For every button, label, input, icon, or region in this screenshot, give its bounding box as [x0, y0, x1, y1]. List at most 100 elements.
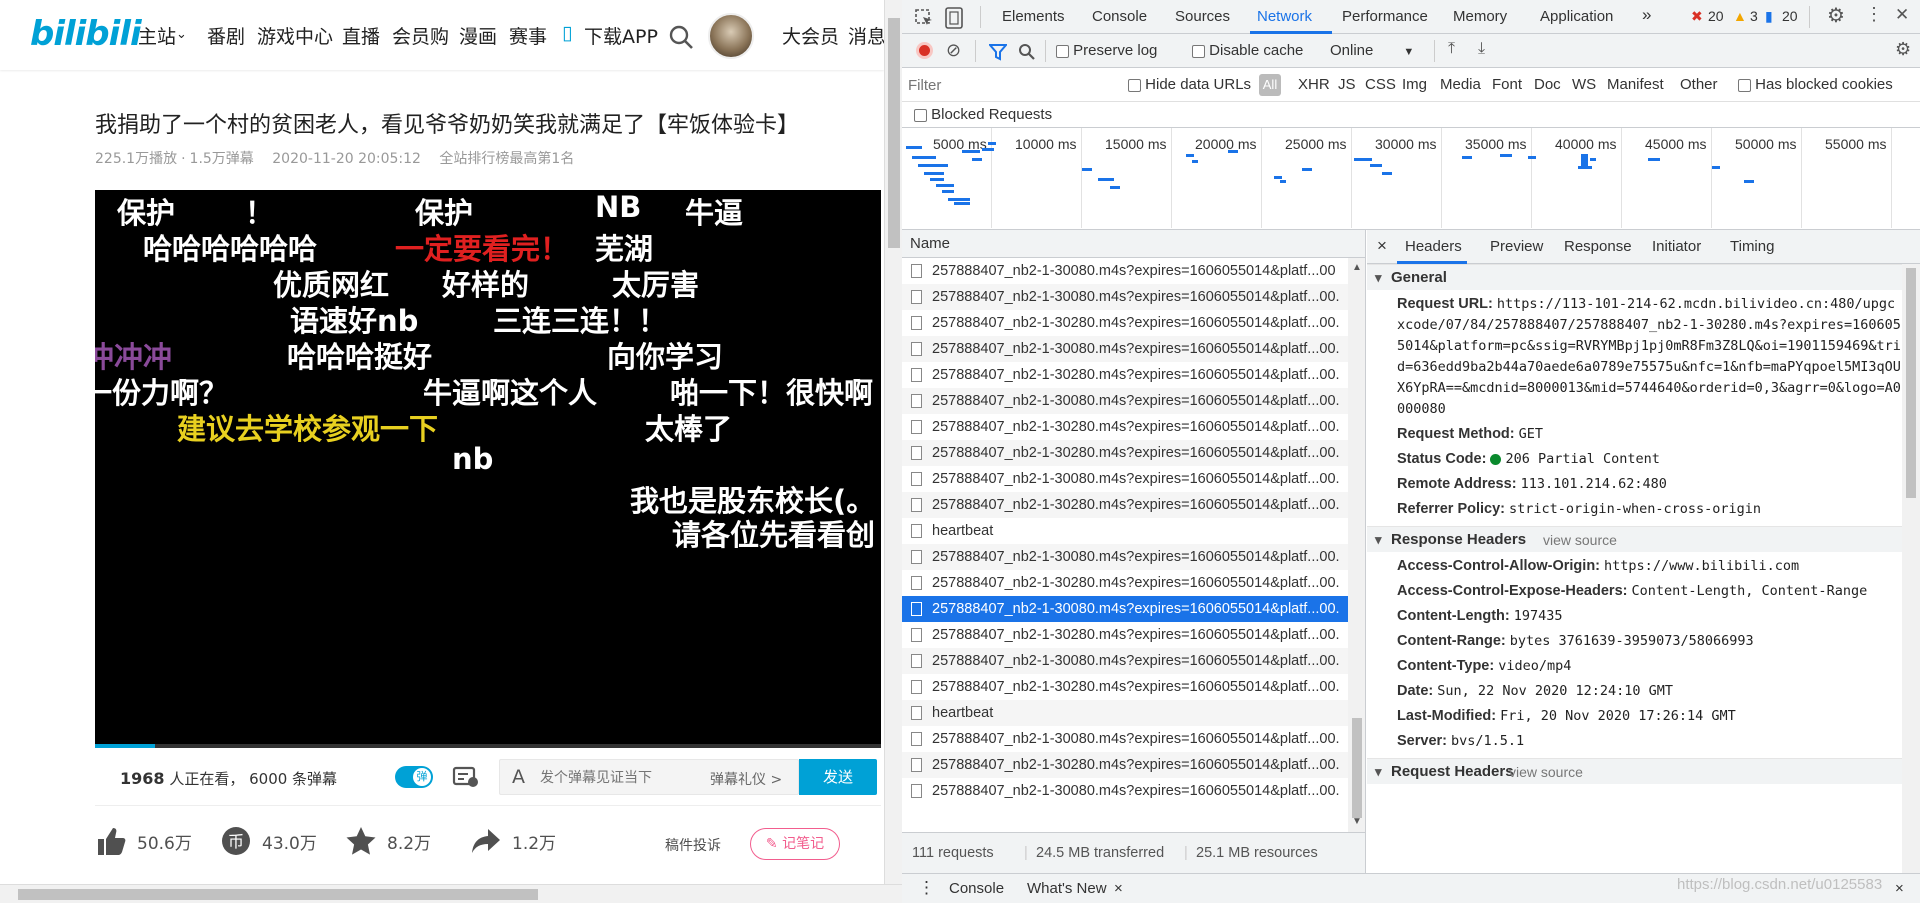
tab-sources[interactable]: Sources: [1175, 8, 1230, 25]
video-player[interactable]: 保护 ！ 保护 NB 牛逼 哈哈哈哈哈哈 一定要看完！ 芜湖 优质网红 好样的 …: [95, 190, 881, 746]
tab-headers[interactable]: Headers: [1405, 238, 1462, 255]
favorite-button[interactable]: 8.2万: [345, 825, 431, 857]
nav-manga[interactable]: 漫画: [459, 22, 497, 49]
request-headers-section-header[interactable]: Request Headersview source: [1367, 758, 1902, 785]
filter-doc[interactable]: Doc: [1534, 76, 1561, 93]
export-har-icon[interactable]: ⤓: [1478, 40, 1485, 58]
record-icon[interactable]: [916, 42, 933, 59]
like-button[interactable]: 50.6万: [95, 825, 192, 857]
nav-download-app[interactable]: 下载APP: [584, 22, 658, 49]
filter-font[interactable]: Font: [1492, 76, 1522, 93]
view-source-link[interactable]: view source: [1509, 759, 1583, 785]
scrollbar-thumb[interactable]: [18, 889, 538, 900]
drawer-menu-icon[interactable]: ⋮: [918, 878, 935, 898]
scroll-up-icon[interactable]: ▲: [1352, 262, 1362, 273]
close-details-icon[interactable]: ×: [1377, 236, 1387, 256]
send-danmaku-button[interactable]: 发送: [799, 759, 877, 795]
filter-ws[interactable]: WS: [1572, 76, 1596, 93]
request-row[interactable]: 257888407_nb2-1-30080.m4s?expires=160605…: [902, 596, 1348, 622]
filter-js[interactable]: JS: [1338, 76, 1356, 93]
more-tabs-icon[interactable]: »: [1642, 5, 1651, 25]
tab-application[interactable]: Application: [1540, 8, 1613, 25]
close-drawer-icon[interactable]: ×: [1895, 880, 1904, 897]
message-count[interactable]: 20: [1782, 8, 1798, 24]
warning-count[interactable]: 3: [1750, 8, 1758, 24]
rank-badge[interactable]: 全站排行榜最高第1名: [439, 151, 574, 167]
request-row[interactable]: 257888407_nb2-1-30280.m4s?expires=160605…: [902, 310, 1348, 336]
request-row[interactable]: 257888407_nb2-1-30280.m4s?expires=160605…: [902, 752, 1348, 778]
danmaku-toggle[interactable]: 弹: [395, 766, 433, 788]
request-row[interactable]: 257888407_nb2-1-30080.m4s?expires=160605…: [902, 648, 1348, 674]
import-har-icon[interactable]: ⤒: [1448, 40, 1455, 58]
filter-other[interactable]: Other: [1680, 76, 1718, 93]
nav-esports[interactable]: 赛事: [509, 22, 547, 49]
close-whats-new-icon[interactable]: ×: [1114, 880, 1123, 897]
filter-xhr[interactable]: XHR: [1298, 76, 1330, 93]
tab-preview[interactable]: Preview: [1490, 238, 1543, 255]
request-row[interactable]: 257888407_nb2-1-30280.m4s?expires=160605…: [902, 674, 1348, 700]
avatar[interactable]: [708, 13, 754, 59]
has-blocked-cookies-checkbox[interactable]: Has blocked cookies: [1738, 76, 1893, 93]
nav-main[interactable]: 主站: [138, 22, 176, 49]
danmaku-input[interactable]: [540, 767, 690, 787]
search-icon[interactable]: [1018, 43, 1036, 61]
request-row[interactable]: 257888407_nb2-1-30080.m4s?expires=160605…: [902, 466, 1348, 492]
page-horizontal-scrollbar[interactable]: [0, 884, 902, 903]
request-row[interactable]: heartbeat: [902, 518, 1348, 544]
nav-messages[interactable]: 消息: [848, 22, 884, 49]
nav-game-center[interactable]: 游戏中心: [257, 22, 333, 49]
clear-icon[interactable]: ⊘: [946, 40, 961, 61]
search-icon[interactable]: [668, 24, 694, 50]
coin-button[interactable]: 币 43.0万: [220, 825, 317, 857]
tab-console[interactable]: Console: [1092, 8, 1147, 25]
chevron-down-icon[interactable]: ⌄: [176, 27, 187, 42]
font-style-icon[interactable]: A: [512, 766, 525, 788]
request-row[interactable]: 257888407_nb2-1-30280.m4s?expires=160605…: [902, 622, 1348, 648]
request-row[interactable]: 257888407_nb2-1-30280.m4s?expires=160605…: [902, 362, 1348, 388]
settings-gear-icon[interactable]: ⚙: [1827, 3, 1845, 28]
device-toolbar-icon[interactable]: [944, 7, 964, 29]
name-column-header[interactable]: Name: [910, 235, 950, 252]
request-row[interactable]: 257888407_nb2-1-30080.m4s?expires=160605…: [902, 778, 1348, 804]
drawer-tab-console[interactable]: Console: [949, 880, 1004, 897]
tab-timing[interactable]: Timing: [1730, 238, 1774, 255]
tab-elements[interactable]: Elements: [1002, 8, 1065, 25]
tab-initiator[interactable]: Initiator: [1652, 238, 1701, 255]
filter-input[interactable]: [908, 74, 1108, 96]
filter-icon[interactable]: [989, 43, 1007, 61]
danmaku-settings-icon[interactable]: [452, 765, 480, 789]
tab-response[interactable]: Response: [1564, 238, 1632, 255]
request-row[interactable]: 257888407_nb2-1-30280.m4s?expires=160605…: [902, 440, 1348, 466]
error-icon[interactable]: ✖: [1691, 8, 1703, 25]
request-row[interactable]: 257888407_nb2-1-30080.m4s?expires=160605…: [902, 544, 1348, 570]
request-row[interactable]: 257888407_nb2-1-30080.m4s?expires=160605…: [902, 284, 1348, 310]
warning-icon[interactable]: ▲: [1733, 8, 1747, 24]
scrollbar-thumb[interactable]: [888, 18, 900, 248]
request-row[interactable]: 257888407_nb2-1-30280.m4s?expires=160605…: [902, 570, 1348, 596]
kebab-menu-icon[interactable]: ⋮: [1865, 4, 1883, 25]
take-note-button[interactable]: ✎ 记笔记: [750, 828, 840, 860]
view-source-link[interactable]: view source: [1543, 527, 1617, 553]
filter-media[interactable]: Media: [1440, 76, 1481, 93]
scrollbar-thumb[interactable]: [1352, 718, 1362, 818]
request-row[interactable]: heartbeat: [902, 700, 1348, 726]
inspect-element-icon[interactable]: [914, 8, 934, 28]
close-devtools-icon[interactable]: ✕: [1895, 5, 1909, 25]
share-button[interactable]: 1.2万: [470, 825, 556, 857]
blocked-requests-checkbox[interactable]: Blocked Requests: [914, 106, 1052, 123]
throttle-select[interactable]: Online ▼: [1330, 42, 1414, 59]
bilibili-logo[interactable]: bilibili: [30, 14, 142, 54]
filter-all-button[interactable]: All: [1259, 74, 1281, 96]
tab-memory[interactable]: Memory: [1453, 8, 1507, 25]
network-settings-icon[interactable]: ⚙: [1895, 39, 1911, 60]
scrollbar-thumb[interactable]: [1906, 268, 1916, 498]
details-scrollbar[interactable]: [1902, 264, 1920, 873]
nav-vip[interactable]: 大会员: [782, 22, 839, 49]
request-row[interactable]: 257888407_nb2-1-30080.m4s?expires=160605…: [902, 726, 1348, 752]
hide-data-urls-checkbox[interactable]: Hide data URLs: [1128, 76, 1251, 93]
filter-manifest[interactable]: Manifest: [1607, 76, 1664, 93]
response-headers-section-header[interactable]: Response Headersview source: [1367, 526, 1902, 553]
nav-live[interactable]: 直播: [342, 22, 380, 49]
tab-network[interactable]: Network: [1257, 8, 1312, 25]
filter-img[interactable]: Img: [1402, 76, 1427, 93]
